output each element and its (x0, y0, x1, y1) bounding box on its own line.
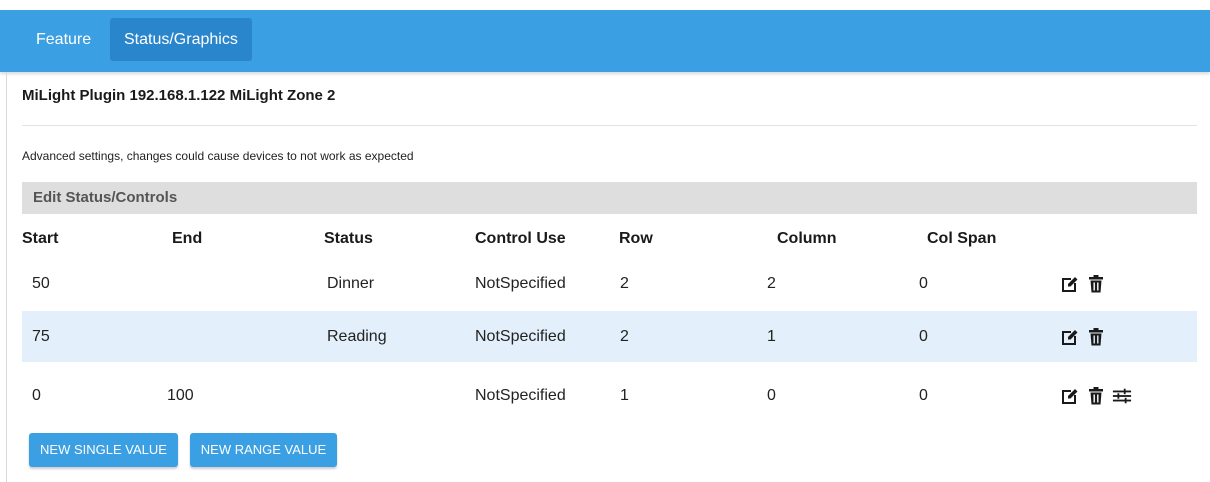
trash-icon[interactable] (1086, 327, 1106, 347)
row-actions (1060, 370, 1132, 421)
section-header: Edit Status/Controls (22, 182, 1197, 214)
table-row: 75 Reading NotSpecified 2 1 0 (22, 311, 1197, 362)
sliders-icon[interactable] (1112, 386, 1132, 406)
divider (22, 125, 1197, 126)
edit-icon[interactable] (1060, 274, 1080, 294)
cell-status: Dinner (327, 274, 375, 292)
table-header: Start End Status Control Use Row Column … (22, 228, 1197, 250)
cell-end: 100 (167, 386, 194, 404)
cell-start: 50 (32, 274, 50, 292)
cell-start: 0 (32, 386, 41, 404)
trash-icon[interactable] (1086, 386, 1106, 406)
page-title: MiLight Plugin 192.168.1.122 MiLight Zon… (22, 87, 336, 104)
cell-column: 2 (767, 274, 776, 292)
cell-row: 2 (620, 274, 629, 292)
col-header-col-span: Col Span (927, 230, 997, 247)
top-navbar: Feature Status/Graphics (0, 0, 1210, 72)
cell-column: 0 (767, 386, 776, 404)
col-header-status: Status (324, 230, 373, 247)
col-header-row: Row (619, 230, 653, 247)
left-border (6, 72, 7, 482)
col-header-control-use: Control Use (475, 230, 566, 247)
cell-start: 75 (32, 327, 50, 345)
col-header-start: Start (22, 230, 59, 247)
edit-icon[interactable] (1060, 386, 1080, 406)
top-strip (0, 0, 1210, 10)
cell-status: Reading (327, 327, 387, 345)
table-row: 0 100 NotSpecified 1 0 0 (22, 370, 1197, 421)
cell-control-use: NotSpecified (475, 274, 566, 292)
edit-icon[interactable] (1060, 327, 1080, 347)
cell-row: 2 (620, 327, 629, 345)
tab-status-graphics[interactable]: Status/Graphics (110, 18, 252, 61)
trash-icon[interactable] (1086, 274, 1106, 294)
cell-col-span: 0 (919, 386, 928, 404)
new-range-value-button[interactable]: NEW RANGE VALUE (190, 433, 337, 467)
cell-control-use: NotSpecified (475, 386, 566, 404)
tab-feature[interactable]: Feature (22, 18, 105, 61)
table-row: 50 Dinner NotSpecified 2 2 0 (22, 258, 1197, 309)
cell-row: 1 (620, 386, 629, 404)
col-header-column: Column (777, 230, 837, 247)
cell-col-span: 0 (919, 274, 928, 292)
cell-col-span: 0 (919, 327, 928, 345)
col-header-end: End (172, 230, 203, 247)
advanced-warning: Advanced settings, changes could cause d… (22, 149, 414, 163)
cell-control-use: NotSpecified (475, 327, 566, 345)
cell-column: 1 (767, 327, 776, 345)
new-single-value-button[interactable]: NEW SINGLE VALUE (29, 433, 178, 467)
row-actions (1060, 258, 1106, 309)
row-actions (1060, 311, 1106, 362)
